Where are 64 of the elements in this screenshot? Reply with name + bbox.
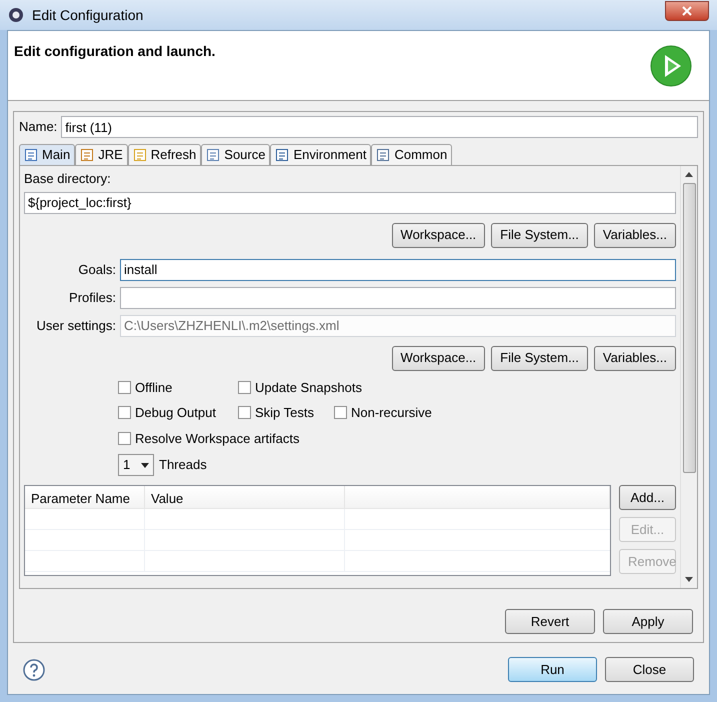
close-icon bbox=[682, 6, 692, 16]
column-header: Parameter Name bbox=[25, 486, 145, 508]
checkbox[interactable] bbox=[118, 406, 131, 420]
play-icon bbox=[649, 44, 693, 88]
tab-icon bbox=[275, 148, 290, 162]
field-label: User settings: bbox=[36, 316, 116, 335]
app-icon bbox=[8, 7, 24, 23]
window-title: Edit Configuration bbox=[32, 6, 144, 25]
checkbox-label: Update Snapshots bbox=[255, 378, 362, 397]
tab-icon bbox=[24, 148, 38, 162]
tab[interactable]: JRE bbox=[75, 144, 128, 165]
base-directory-field[interactable]: ${project_loc:first} bbox=[24, 192, 676, 214]
button[interactable]: Run bbox=[508, 657, 597, 682]
caret-icon bbox=[141, 462, 149, 468]
button[interactable]: Workspace... bbox=[392, 222, 486, 248]
button[interactable]: Add... bbox=[619, 485, 676, 510]
button[interactable]: Close bbox=[605, 657, 694, 682]
tab-label: Main bbox=[42, 146, 70, 164]
tab-label: JRE bbox=[98, 146, 123, 164]
name-field[interactable]: first (11) bbox=[61, 116, 698, 138]
tab-label: Source bbox=[224, 146, 266, 164]
field-label: Profiles: bbox=[68, 288, 116, 307]
tab[interactable]: Main bbox=[19, 144, 76, 165]
column-header: Value bbox=[145, 486, 345, 508]
tab[interactable]: Source bbox=[201, 144, 270, 165]
tab-icon bbox=[206, 148, 220, 162]
button[interactable]: File System... bbox=[491, 222, 588, 248]
scroll-down-icon bbox=[685, 577, 693, 582]
checkbox[interactable] bbox=[334, 406, 347, 420]
tab-icon bbox=[132, 148, 147, 162]
button[interactable]: Variables... bbox=[594, 346, 676, 370]
base-directory-label: Base directory: bbox=[24, 170, 112, 188]
header-message: Edit configuration and launch. bbox=[14, 42, 216, 61]
button[interactable]: Apply bbox=[603, 609, 693, 634]
checkbox[interactable] bbox=[118, 380, 131, 394]
tab-icon bbox=[376, 148, 390, 162]
tab-label: Common bbox=[394, 146, 448, 164]
threads-label: Threads bbox=[159, 456, 207, 474]
scroll-up-icon bbox=[685, 172, 693, 177]
checkbox[interactable] bbox=[238, 406, 251, 420]
checkbox-label: Offline bbox=[135, 378, 172, 396]
tab[interactable]: Common bbox=[371, 144, 452, 165]
threads-dropdown[interactable]: 1 bbox=[118, 454, 154, 476]
button[interactable]: Workspace... bbox=[392, 346, 486, 370]
text-field[interactable]: install bbox=[120, 258, 676, 280]
checkbox-label: Debug Output bbox=[135, 404, 216, 422]
checkbox[interactable] bbox=[118, 432, 131, 445]
button[interactable]: Revert bbox=[505, 609, 595, 634]
checkbox[interactable] bbox=[238, 380, 251, 394]
tab-icon bbox=[80, 148, 94, 162]
name-label: Name: bbox=[19, 118, 58, 136]
close-button[interactable] bbox=[665, 1, 709, 21]
tab-label: Environment bbox=[293, 146, 366, 164]
tab[interactable]: Environment bbox=[270, 144, 372, 165]
tab[interactable]: Refresh bbox=[128, 144, 202, 165]
button[interactable]: File System... bbox=[491, 346, 588, 370]
help-icon bbox=[23, 658, 45, 680]
text-field[interactable] bbox=[120, 286, 676, 308]
button[interactable]: Variables... bbox=[594, 222, 676, 248]
checkbox-label: Non-recursive bbox=[351, 404, 432, 422]
checkbox-label: Skip Tests bbox=[255, 404, 314, 422]
tab-label: Refresh bbox=[150, 146, 196, 164]
checkbox-label: Resolve Workspace artifacts bbox=[135, 430, 300, 448]
field-label: Goals: bbox=[77, 260, 116, 279]
